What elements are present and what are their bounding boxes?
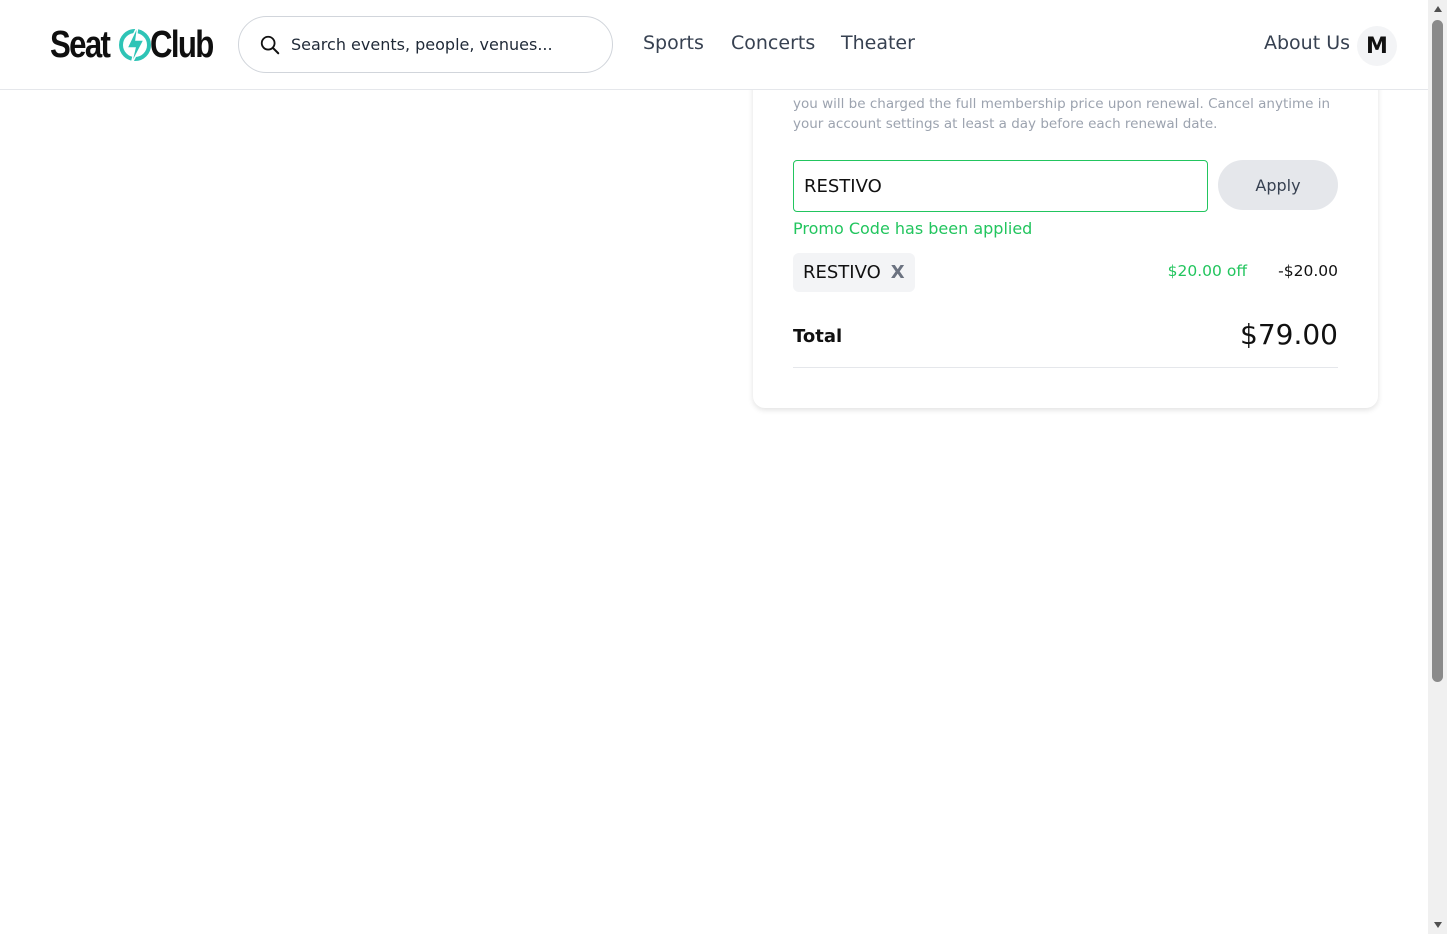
vertical-scrollbar[interactable] [1428, 0, 1447, 934]
total-divider [793, 367, 1338, 368]
search-input[interactable] [289, 34, 589, 55]
membership-terms-text: you will be charged the full membership … [793, 96, 1331, 132]
logo-text-seat: Seat [50, 24, 111, 66]
total-label: Total [793, 326, 843, 347]
user-avatar[interactable]: M [1357, 26, 1397, 66]
seatclub-logo[interactable]: Seat Club [50, 22, 227, 68]
nav-link-sports[interactable]: Sports [643, 32, 704, 54]
discount-amount: -$20.00 [1278, 262, 1338, 280]
logo-text-club: Club [150, 24, 214, 66]
remove-promo-icon[interactable]: X [891, 262, 905, 283]
discount-label: $20.00 off [1167, 262, 1247, 280]
nav-link-concerts[interactable]: Concerts [731, 32, 815, 54]
order-summary-card: you will be charged the full membership … [753, 40, 1378, 408]
total-value: $79.00 [1240, 318, 1338, 351]
scroll-up-arrow-icon[interactable] [1428, 0, 1447, 18]
promo-status-message: Promo Code has been applied [793, 219, 1033, 238]
search-bar[interactable] [238, 16, 613, 73]
page: Seat Club Sports Concerts Theater About … [0, 0, 1447, 934]
promo-code-input[interactable] [793, 160, 1208, 212]
nav-link-theater[interactable]: Theater [841, 32, 915, 54]
apply-promo-button[interactable]: Apply [1218, 160, 1338, 210]
scrollbar-thumb[interactable] [1432, 20, 1443, 682]
search-icon [260, 35, 280, 54]
applied-promo-chip: RESTIVO X [793, 253, 915, 292]
scroll-down-arrow-icon[interactable] [1428, 916, 1447, 934]
lightning-bolt-icon [119, 24, 152, 66]
top-navigation-bar: Seat Club Sports Concerts Theater About … [0, 0, 1428, 90]
nav-link-about-us[interactable]: About Us [1264, 32, 1350, 54]
logo-wordmark: Seat Club [50, 23, 227, 67]
applied-promo-code: RESTIVO [803, 262, 881, 283]
